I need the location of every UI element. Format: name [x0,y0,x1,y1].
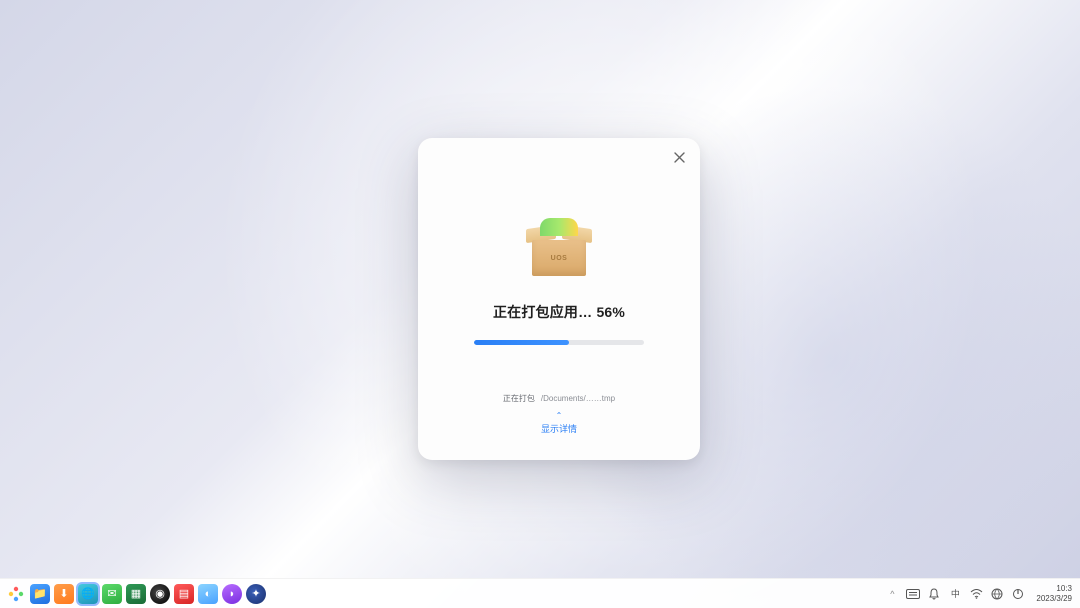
package-box-icon: UOS [526,216,592,276]
status-label: 正在打包 [503,393,535,404]
taskbar-apps: 📁 ⬇ 🌐 ✉ ▦ ◉ ▤ ◐ ◗ ✦ [6,584,266,604]
taskbar-disc-app[interactable]: ✦ [246,584,266,604]
tray-globe-icon[interactable] [990,587,1004,601]
progress-bar-fill [474,340,569,345]
tray-keyboard-icon[interactable] [906,587,920,601]
system-tray: ^ 中 10:3 2023/3/29 [885,584,1074,602]
tray-wifi-icon[interactable] [969,587,983,601]
show-details-link[interactable]: 显示详情 [541,422,577,435]
taskbar-music[interactable]: ◉ [150,584,170,604]
tray-date: 2023/3/29 [1036,594,1072,603]
taskbar-browser[interactable]: 🌐 [78,584,98,604]
taskbar: 📁 ⬇ 🌐 ✉ ▦ ◉ ▤ ◐ ◗ ✦ ^ 中 [0,578,1080,608]
progress-text: 正在打包应用… [493,304,592,320]
taskbar-file-manager[interactable]: 📁 [30,584,50,604]
tray-ime-icon[interactable]: 中 [948,587,962,601]
close-button[interactable] [668,146,690,168]
tray-clock[interactable]: 10:3 2023/3/29 [1036,584,1072,602]
chevron-up-icon: ⌃ [556,412,563,420]
taskbar-settings[interactable]: ◐ [198,584,218,604]
status-path: /Documents/……tmp [541,394,615,403]
progress-percent: 56% [596,304,625,320]
taskbar-calendar[interactable]: ▦ [126,584,146,604]
packaging-dialog: UOS 正在打包应用… 56% 正在打包 /Documents/……tmp ⌃ … [418,138,700,460]
taskbar-app-store[interactable]: ⬇ [54,584,74,604]
taskbar-image-viewer[interactable]: ▤ [174,584,194,604]
tray-notification-icon[interactable] [927,587,941,601]
tray-power-icon[interactable] [1011,587,1025,601]
status-row: 正在打包 /Documents/……tmp [503,393,615,404]
taskbar-mail[interactable]: ✉ [102,584,122,604]
launcher-icon [7,585,25,603]
progress-title: 正在打包应用… 56% [493,302,625,322]
tray-time: 10:3 [1036,584,1072,593]
progress-bar [474,340,644,345]
taskbar-moon-app[interactable]: ◗ [222,584,242,604]
box-brand-label: UOS [551,255,568,262]
tray-expand-icon[interactable]: ^ [885,587,899,601]
close-icon [674,152,685,163]
desktop-wallpaper: UOS 正在打包应用… 56% 正在打包 /Documents/……tmp ⌃ … [0,0,1080,608]
taskbar-launcher[interactable] [6,584,26,604]
